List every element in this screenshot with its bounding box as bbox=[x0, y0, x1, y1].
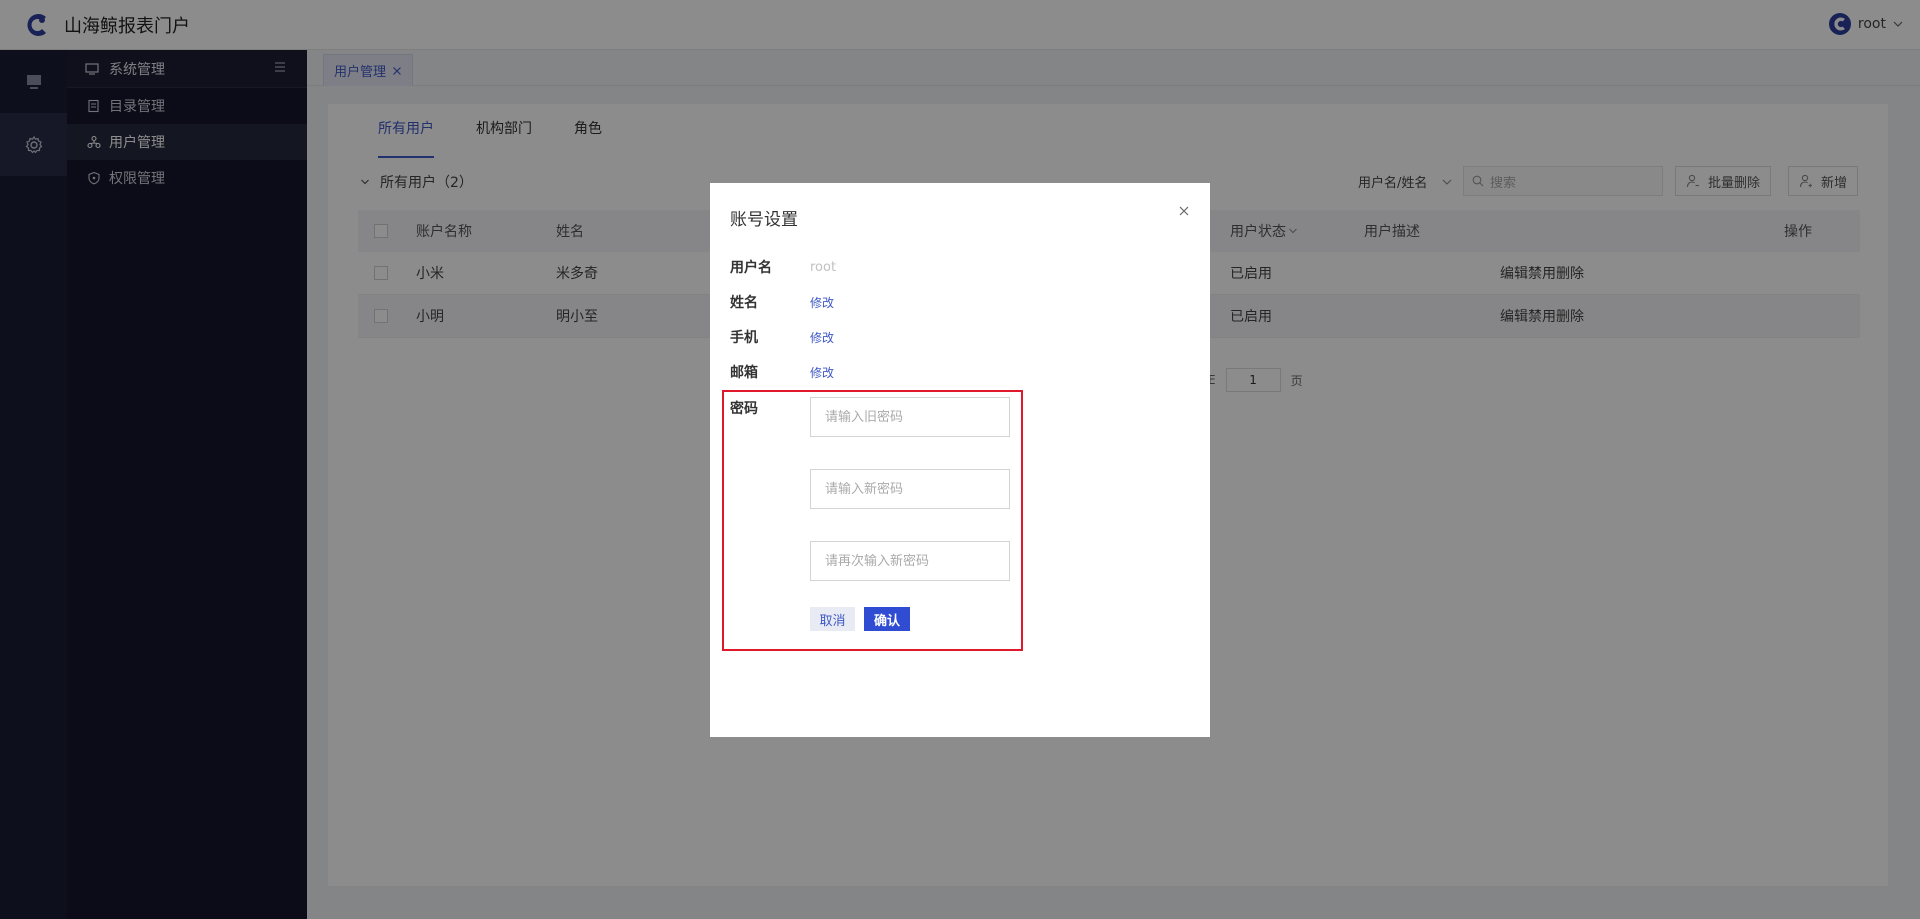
edit-phone-link[interactable]: 修改 bbox=[810, 329, 834, 346]
name-label: 姓名 bbox=[730, 295, 758, 311]
edit-name-link[interactable]: 修改 bbox=[810, 294, 834, 311]
username-label: 用户名 bbox=[730, 260, 772, 276]
phone-row: 手机 修改 bbox=[730, 327, 834, 347]
cancel-button[interactable]: 取消 bbox=[810, 607, 855, 631]
phone-label: 手机 bbox=[730, 330, 758, 346]
name-row: 姓名 修改 bbox=[730, 292, 834, 312]
email-label: 邮箱 bbox=[730, 365, 758, 381]
confirm-password-input[interactable] bbox=[810, 541, 1010, 581]
edit-email-link[interactable]: 修改 bbox=[810, 364, 834, 381]
password-label: 密码 bbox=[730, 401, 758, 417]
username-row: 用户名 root bbox=[730, 257, 836, 277]
new-password-input[interactable] bbox=[810, 469, 1010, 509]
username-value: root bbox=[810, 259, 837, 275]
close-icon[interactable] bbox=[1178, 205, 1190, 217]
email-row: 邮箱 修改 bbox=[730, 362, 834, 382]
modal-title: 账号设置 bbox=[730, 210, 798, 230]
confirm-button[interactable]: 确认 bbox=[864, 607, 910, 631]
old-password-input[interactable] bbox=[810, 397, 1010, 437]
